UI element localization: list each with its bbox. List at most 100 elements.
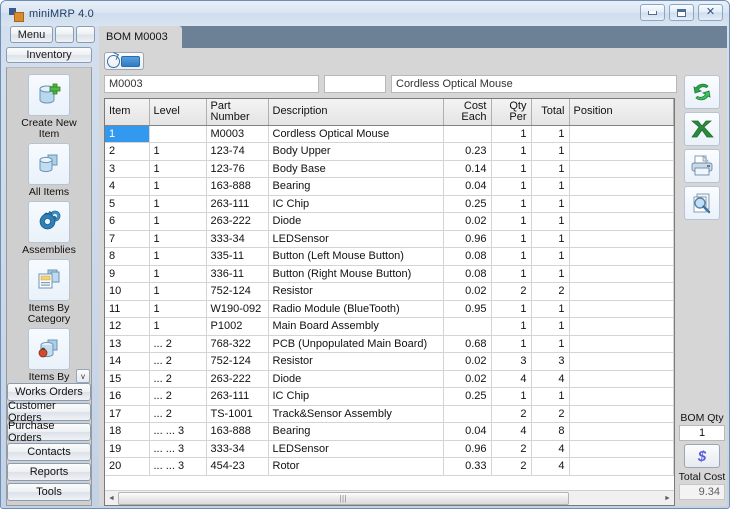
- cell-level[interactable]: ... ... 3: [149, 458, 206, 476]
- table-row[interactable]: 13... 2768-322PCB (Unpopulated Main Boar…: [105, 335, 674, 353]
- cell-qty-per[interactable]: 1: [491, 178, 531, 196]
- cell-qty-per[interactable]: 4: [491, 370, 531, 388]
- cell-part-number[interactable]: M0003: [206, 125, 268, 143]
- cell-item[interactable]: 14: [105, 353, 149, 371]
- cell-position[interactable]: [569, 213, 674, 231]
- cell-description[interactable]: Diode: [268, 370, 443, 388]
- cell-part-number[interactable]: 333-34: [206, 440, 268, 458]
- cell-item[interactable]: 2: [105, 143, 149, 161]
- inventory-button[interactable]: Inventory: [6, 47, 92, 63]
- edit-mode-toggle[interactable]: [104, 52, 144, 70]
- sidebar-item-assemblies[interactable]: Assemblies: [6, 201, 92, 256]
- cell-description[interactable]: Button (Right Mouse Button): [268, 265, 443, 283]
- cell-qty-per[interactable]: 1: [491, 388, 531, 406]
- cell-cost-each[interactable]: [443, 125, 491, 143]
- cell-item[interactable]: 8: [105, 248, 149, 266]
- table-row[interactable]: 14... 2752-124Resistor0.0233: [105, 353, 674, 371]
- cell-qty-per[interactable]: 1: [491, 143, 531, 161]
- table-row[interactable]: 101752-124Resistor0.0222: [105, 283, 674, 301]
- cell-item[interactable]: 1: [105, 125, 149, 143]
- excel-export-button[interactable]: [684, 112, 720, 146]
- cell-qty-per[interactable]: 2: [491, 405, 531, 423]
- scroll-left-arrow-icon[interactable]: ◄: [105, 492, 118, 505]
- cell-qty-per[interactable]: 3: [491, 353, 531, 371]
- cell-level[interactable]: 1: [149, 160, 206, 178]
- sidebar-item-create-new-item[interactable]: Create New Item: [6, 74, 92, 140]
- cell-position[interactable]: [569, 143, 674, 161]
- cell-part-number[interactable]: 263-222: [206, 213, 268, 231]
- column-header-cost-each[interactable]: CostEach: [443, 99, 491, 125]
- calculate-cost-button[interactable]: $: [684, 444, 720, 468]
- cell-position[interactable]: [569, 318, 674, 336]
- cell-cost-each[interactable]: 0.04: [443, 178, 491, 196]
- cell-qty-per[interactable]: 1: [491, 335, 531, 353]
- cell-item[interactable]: 9: [105, 265, 149, 283]
- column-header-qty-per[interactable]: QtyPer: [491, 99, 531, 125]
- cell-qty-per[interactable]: 2: [491, 283, 531, 301]
- horizontal-scrollbar[interactable]: ◄ ||| ►: [105, 490, 674, 505]
- cell-cost-each[interactable]: 0.14: [443, 160, 491, 178]
- table-row[interactable]: 41163-888Bearing0.0411: [105, 178, 674, 196]
- cell-description[interactable]: Bearing: [268, 423, 443, 441]
- cell-level[interactable]: 1: [149, 230, 206, 248]
- cell-part-number[interactable]: W190-092: [206, 300, 268, 318]
- column-header-total[interactable]: Total: [531, 99, 569, 125]
- column-header-item[interactable]: Item: [105, 99, 149, 125]
- table-row[interactable]: 21123-74Body Upper0.2311: [105, 143, 674, 161]
- table-row[interactable]: 81335-11Button (Left Mouse Button)0.0811: [105, 248, 674, 266]
- cell-cost-each[interactable]: [443, 405, 491, 423]
- cell-total[interactable]: 4: [531, 370, 569, 388]
- cell-qty-per[interactable]: 1: [491, 125, 531, 143]
- table-row[interactable]: 111W190-092Radio Module (BlueTooth)0.951…: [105, 300, 674, 318]
- column-header-description[interactable]: Description: [268, 99, 443, 125]
- cell-level[interactable]: ... ... 3: [149, 423, 206, 441]
- cell-description[interactable]: Body Upper: [268, 143, 443, 161]
- cell-level[interactable]: ... ... 3: [149, 440, 206, 458]
- cell-item[interactable]: 13: [105, 335, 149, 353]
- chevron-down-icon[interactable]: v: [76, 369, 90, 383]
- cell-position[interactable]: [569, 405, 674, 423]
- cell-item[interactable]: 15: [105, 370, 149, 388]
- cell-qty-per[interactable]: 1: [491, 248, 531, 266]
- cell-qty-per[interactable]: 1: [491, 160, 531, 178]
- cell-cost-each[interactable]: 0.68: [443, 335, 491, 353]
- cell-position[interactable]: [569, 265, 674, 283]
- cell-part-number[interactable]: P1002: [206, 318, 268, 336]
- cell-description[interactable]: Track&Sensor Assembly: [268, 405, 443, 423]
- cell-position[interactable]: [569, 195, 674, 213]
- close-button[interactable]: ✕: [698, 4, 723, 21]
- cell-cost-each[interactable]: 0.08: [443, 265, 491, 283]
- cell-position[interactable]: [569, 125, 674, 143]
- cell-total[interactable]: 1: [531, 213, 569, 231]
- cell-cost-each[interactable]: 0.02: [443, 283, 491, 301]
- cell-cost-each[interactable]: 0.08: [443, 248, 491, 266]
- cell-qty-per[interactable]: 1: [491, 213, 531, 231]
- cell-description[interactable]: PCB (Unpopulated Main Board): [268, 335, 443, 353]
- cell-qty-per[interactable]: 1: [491, 318, 531, 336]
- cell-total[interactable]: 1: [531, 195, 569, 213]
- cell-part-number[interactable]: 335-11: [206, 248, 268, 266]
- cell-item[interactable]: 20: [105, 458, 149, 476]
- cell-total[interactable]: 1: [531, 265, 569, 283]
- cell-cost-each[interactable]: [443, 318, 491, 336]
- sidebar-button-purchase-orders[interactable]: Purchase Orders: [7, 423, 91, 441]
- cell-description[interactable]: LEDSensor: [268, 440, 443, 458]
- cell-total[interactable]: 4: [531, 440, 569, 458]
- scroll-right-arrow-icon[interactable]: ►: [661, 492, 674, 505]
- cell-position[interactable]: [569, 370, 674, 388]
- cell-part-number[interactable]: 263-111: [206, 195, 268, 213]
- table-row[interactable]: 71333-34LEDSensor0.9611: [105, 230, 674, 248]
- cell-total[interactable]: 1: [531, 125, 569, 143]
- cell-position[interactable]: [569, 283, 674, 301]
- cell-level[interactable]: 1: [149, 178, 206, 196]
- cell-total[interactable]: 2: [531, 405, 569, 423]
- cell-level[interactable]: 1: [149, 248, 206, 266]
- cell-part-number[interactable]: TS-1001: [206, 405, 268, 423]
- minimize-button[interactable]: [640, 4, 665, 21]
- cell-item[interactable]: 6: [105, 213, 149, 231]
- secondary-field[interactable]: [324, 75, 386, 93]
- cell-position[interactable]: [569, 230, 674, 248]
- cell-position[interactable]: [569, 388, 674, 406]
- column-header-position[interactable]: Position: [569, 99, 674, 125]
- cell-description[interactable]: Button (Left Mouse Button): [268, 248, 443, 266]
